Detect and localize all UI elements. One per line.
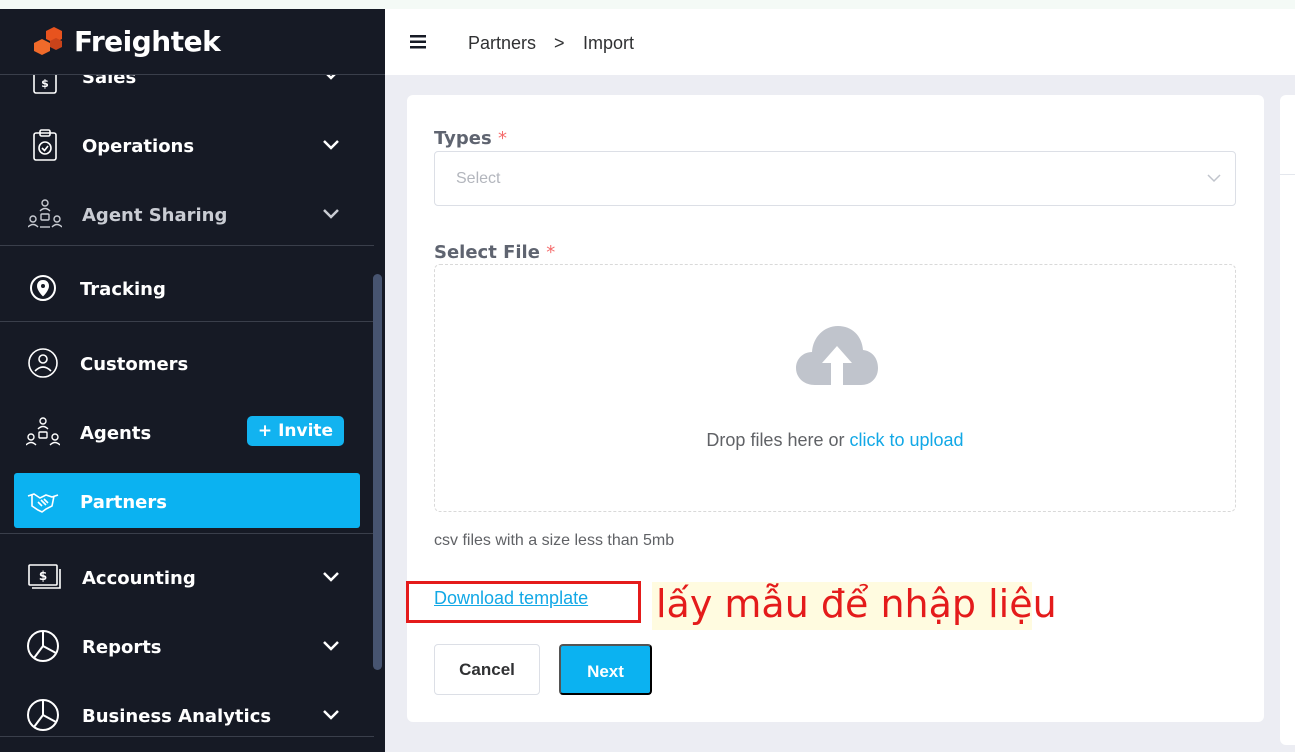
customer-icon xyxy=(28,348,58,378)
select-file-label: Select File * xyxy=(434,242,556,263)
required-mark: * xyxy=(546,242,556,263)
sidebar-item-label: Operations xyxy=(82,136,195,157)
sidebar-item-agent-sharing[interactable]: Agent Sharing xyxy=(0,195,374,233)
sidebar-item-tracking[interactable]: Tracking xyxy=(0,269,374,307)
next-button[interactable]: Next xyxy=(559,644,652,695)
breadcrumb-import: Import xyxy=(583,33,635,53)
money-icon: $ xyxy=(28,564,61,589)
pie-chart-icon xyxy=(27,630,59,662)
handshake-icon xyxy=(27,493,59,513)
analytics-chart-icon xyxy=(27,699,59,731)
app-logo[interactable]: Freightek xyxy=(0,9,385,75)
chevron-down-icon[interactable] xyxy=(322,571,340,583)
file-dropzone[interactable]: Drop files here or click to upload xyxy=(434,264,1236,512)
chevron-down-icon[interactable] xyxy=(322,139,340,151)
sidebar-divider xyxy=(0,321,374,322)
side-panel-divider xyxy=(1280,174,1295,175)
chevron-down-icon[interactable] xyxy=(322,208,340,220)
sidebar-item-label: Agent Sharing xyxy=(82,205,228,226)
sidebar-item-label: Reports xyxy=(82,637,162,658)
sidebar-item-accounting[interactable]: $ Accounting xyxy=(0,558,374,596)
clipboard-check-icon xyxy=(33,129,57,161)
sidebar: $ Sales Freightek Operations Agent Shari… xyxy=(0,9,385,752)
svg-text:$: $ xyxy=(41,77,49,90)
cloud-upload-icon xyxy=(796,326,878,385)
sidebar-item-customers[interactable]: Customers xyxy=(0,344,374,382)
sidebar-item-operations[interactable]: Operations xyxy=(0,126,374,164)
sidebar-item-label: Customers xyxy=(80,354,189,375)
sidebar-item-label: Business Analytics xyxy=(82,706,272,727)
sidebar-scrollbar[interactable] xyxy=(373,274,382,670)
breadcrumb-separator: > xyxy=(554,33,565,53)
sidebar-divider xyxy=(0,736,374,737)
sidebar-item-reports[interactable]: Reports xyxy=(0,627,374,665)
click-to-upload-link[interactable]: click to upload xyxy=(849,430,963,450)
types-label: Types * xyxy=(434,128,507,149)
sidebar-item-label: Tracking xyxy=(80,279,166,300)
side-panel-edge xyxy=(1280,95,1295,745)
sidebar-divider xyxy=(0,245,374,246)
types-select-placeholder: Select xyxy=(456,170,501,187)
svg-text:$: $ xyxy=(39,569,47,583)
dropzone-text: Drop files here or click to upload xyxy=(706,430,964,450)
app-name: Freightek xyxy=(74,25,221,58)
sidebar-item-partners[interactable]: Partners xyxy=(0,482,374,520)
sidebar-divider xyxy=(0,533,374,534)
sidebar-item-label: Partners xyxy=(80,492,167,513)
chevron-down-icon xyxy=(1207,174,1221,183)
hamburger-icon[interactable] xyxy=(410,35,426,49)
location-pin-icon xyxy=(30,275,56,301)
breadcrumb-partners[interactable]: Partners xyxy=(468,33,536,54)
download-template-link[interactable]: Download template xyxy=(434,588,588,609)
chevron-down-icon[interactable] xyxy=(322,640,340,652)
annotation-note: lấy mẫu để nhập liệu xyxy=(656,582,1057,626)
invite-button[interactable]: + Invite xyxy=(247,416,344,446)
agent-network-icon xyxy=(28,199,62,228)
agents-network-icon xyxy=(26,417,60,446)
required-mark: * xyxy=(497,128,507,149)
top-header: Partners > Import xyxy=(385,9,1295,75)
chevron-down-icon[interactable] xyxy=(322,709,340,721)
sidebar-item-business-analytics[interactable]: Business Analytics xyxy=(0,696,374,734)
sidebar-item-label: Accounting xyxy=(82,568,196,589)
cancel-button[interactable]: Cancel xyxy=(434,644,540,695)
file-hint: csv files with a size less than 5mb xyxy=(434,532,675,549)
freightek-logo-icon xyxy=(34,27,62,55)
top-strip xyxy=(0,0,1295,9)
sidebar-item-label: Agents xyxy=(80,423,152,444)
types-select[interactable]: Select xyxy=(434,151,1236,206)
